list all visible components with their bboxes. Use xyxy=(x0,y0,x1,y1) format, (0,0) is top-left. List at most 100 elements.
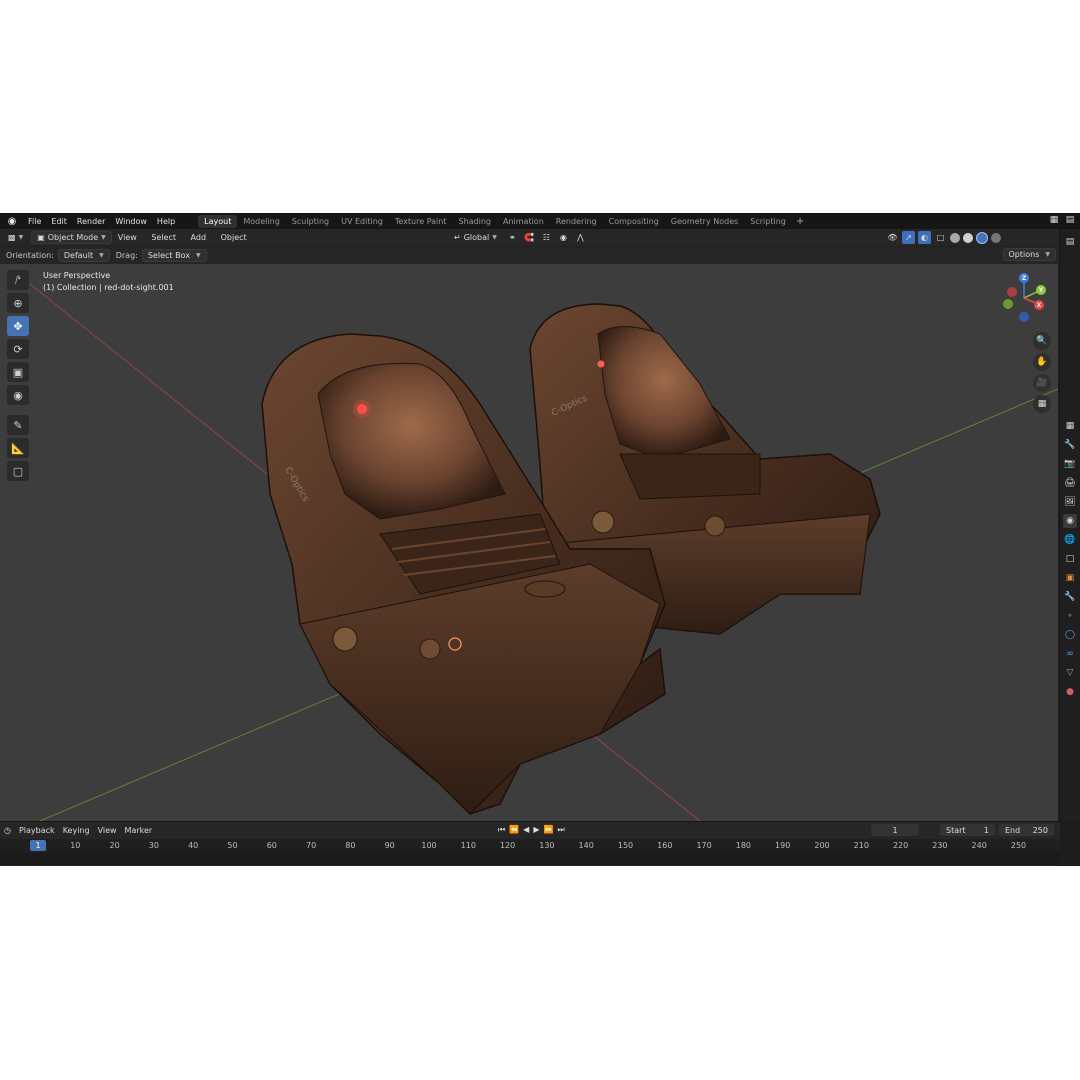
tab-scripting[interactable]: Scripting xyxy=(744,215,792,228)
editor-type-button[interactable]: ▩ ▼ xyxy=(3,232,28,243)
gizmo-neg-x-axis[interactable] xyxy=(1007,287,1017,297)
menu-window[interactable]: Window xyxy=(110,217,152,226)
menu-playback[interactable]: Playback xyxy=(15,826,59,835)
constraints-properties-icon[interactable]: ∞ xyxy=(1063,647,1077,661)
orientation-dropdown[interactable]: Default ▼ xyxy=(57,249,110,262)
menu-timeline-view[interactable]: View xyxy=(94,826,121,835)
gizmo-toggle-icon[interactable]: ↗ xyxy=(902,231,915,244)
cursor-tool-icon[interactable]: ⊕ xyxy=(7,293,29,313)
gizmo-neg-y-axis[interactable] xyxy=(1003,299,1013,309)
proportional-editing-icon[interactable]: ◉ xyxy=(557,231,570,244)
add-cube-tool-icon[interactable]: ▢ xyxy=(7,461,29,481)
play-icon[interactable]: ▶ xyxy=(533,825,539,835)
falloff-icon[interactable]: ⋀ xyxy=(574,231,587,244)
view-layer-properties-icon[interactable]: 🖼 xyxy=(1063,495,1077,509)
tool-properties-icon[interactable]: 🔧 xyxy=(1063,438,1077,452)
rendered-shading-icon[interactable] xyxy=(991,232,1001,243)
collection-properties-icon[interactable]: □ xyxy=(1063,552,1077,566)
options-dropdown[interactable]: Options ▼ xyxy=(1002,248,1056,261)
wireframe-shading-icon[interactable] xyxy=(950,232,960,243)
start-frame-field[interactable]: Start 1 xyxy=(940,824,995,836)
measure-tool-icon[interactable]: 📐 xyxy=(7,438,29,458)
menu-render[interactable]: Render xyxy=(72,217,110,226)
frame-ruler[interactable]: 1 10 20 30 40 50 60 70 80 90 100 110 120 130 140 150 16… xyxy=(0,839,1060,853)
3d-viewport[interactable]: C-Optics C-Optics User Perspective (1) C… xyxy=(0,264,1058,821)
menu-keying[interactable]: Keying xyxy=(59,826,94,835)
blender-logo-icon[interactable]: ◉ xyxy=(5,214,19,228)
solid-shading-icon[interactable] xyxy=(963,232,973,243)
end-frame-field[interactable]: End 250 xyxy=(999,824,1054,836)
tab-sculpting[interactable]: Sculpting xyxy=(286,215,335,228)
annotate-tool-icon[interactable]: ✎ xyxy=(7,415,29,435)
tab-layout[interactable]: Layout xyxy=(198,214,238,228)
perspective-toggle-icon[interactable]: ▦ xyxy=(1033,395,1051,413)
move-tool-icon[interactable]: ✥ xyxy=(7,316,29,336)
camera-view-icon[interactable]: 🎥 xyxy=(1033,374,1051,392)
tab-modeling[interactable]: Modeling xyxy=(237,215,285,228)
play-reverse-icon[interactable]: ◀ xyxy=(523,825,529,835)
jump-end-icon[interactable]: ⏭ xyxy=(557,825,564,835)
current-frame-field[interactable]: 1 xyxy=(871,824,919,836)
tab-animation[interactable]: Animation xyxy=(497,215,550,228)
timeline-editor-type-icon[interactable]: ◷ xyxy=(0,826,15,835)
overlays-toggle-icon[interactable]: ◐ xyxy=(918,231,931,244)
output-properties-icon[interactable]: 🖨 xyxy=(1063,476,1077,490)
current-frame-marker[interactable]: 1 xyxy=(30,840,46,851)
tab-shading[interactable]: Shading xyxy=(452,215,497,228)
pivot-point-icon[interactable]: ⚭ xyxy=(506,231,519,244)
mode-selector[interactable]: ▣ Object Mode ▼ xyxy=(31,231,112,244)
rotate-tool-icon[interactable]: ⟳ xyxy=(7,339,29,359)
menu-add[interactable]: Add xyxy=(185,233,213,242)
tab-rendering[interactable]: Rendering xyxy=(550,215,603,228)
tab-compositing[interactable]: Compositing xyxy=(603,215,665,228)
gizmo-x-axis[interactable]: X xyxy=(1034,300,1044,310)
menu-edit[interactable]: Edit xyxy=(46,217,72,226)
pan-hand-icon[interactable]: ✋ xyxy=(1033,353,1051,371)
outliner-toggle-icon[interactable]: ▤ xyxy=(1063,235,1077,249)
menu-object[interactable]: Object xyxy=(215,233,253,242)
snap-icon[interactable]: 🧲 xyxy=(523,231,536,244)
menu-file[interactable]: File xyxy=(23,217,46,226)
data-properties-icon[interactable]: ▽ xyxy=(1063,666,1077,680)
transform-orientation-dropdown[interactable]: ↵ Global ▼ xyxy=(449,232,502,243)
prev-keyframe-icon[interactable]: ⏪ xyxy=(509,825,519,835)
material-preview-icon[interactable] xyxy=(976,231,988,244)
tab-uv-editing[interactable]: UV Editing xyxy=(335,215,389,228)
modifier-properties-icon[interactable]: 🔧 xyxy=(1063,590,1077,604)
select-box-tool-icon[interactable]: ⭚ xyxy=(7,270,29,290)
view-layer-icon[interactable]: ▤ xyxy=(1064,214,1076,226)
properties-editor-icon[interactable]: ▦ xyxy=(1063,419,1077,433)
visibility-icon[interactable]: 👁 xyxy=(886,231,899,244)
menu-help[interactable]: Help xyxy=(152,217,180,226)
drag-dropdown[interactable]: Select Box ▼ xyxy=(141,249,207,262)
menu-view[interactable]: View xyxy=(112,233,143,242)
menu-select[interactable]: Select xyxy=(145,233,182,242)
tab-geometry-nodes[interactable]: Geometry Nodes xyxy=(665,215,744,228)
material-properties-icon[interactable]: ● xyxy=(1063,685,1077,699)
object-properties-icon[interactable]: ▣ xyxy=(1063,571,1077,585)
navigation-gizmo[interactable]: Z Y X xyxy=(998,270,1050,326)
gizmo-neg-z-axis[interactable] xyxy=(1019,312,1029,322)
transform-tool-icon[interactable]: ◉ xyxy=(7,385,29,405)
scale-tool-icon[interactable]: ▣ xyxy=(7,362,29,382)
add-workspace-button[interactable]: + xyxy=(792,216,808,227)
scene-properties-icon[interactable]: ◉ xyxy=(1063,514,1077,528)
render-properties-icon[interactable]: 📷 xyxy=(1063,457,1077,471)
world-properties-icon[interactable]: 🌐 xyxy=(1063,533,1077,547)
jump-start-icon[interactable]: ⏮ xyxy=(498,825,505,835)
frame-tick: 250 xyxy=(1010,841,1027,850)
zoom-icon[interactable]: 🔍 xyxy=(1033,332,1051,350)
xray-icon[interactable]: □ xyxy=(934,231,947,244)
top-menu-bar: ◉ File Edit Render Window Help Layout Mo… xyxy=(0,213,1080,229)
scene-icon[interactable]: ▦ xyxy=(1048,214,1060,226)
frame-tick: 20 xyxy=(109,841,120,850)
gizmo-y-axis[interactable]: Y xyxy=(1036,285,1046,295)
gizmo-z-axis[interactable]: Z xyxy=(1019,273,1029,283)
snap-target-icon[interactable]: ☷ xyxy=(540,231,553,244)
particles-properties-icon[interactable]: ∘ xyxy=(1063,609,1077,623)
timeline-track-area[interactable] xyxy=(0,853,1060,865)
physics-properties-icon[interactable]: ◯ xyxy=(1063,628,1077,642)
tab-texture-paint[interactable]: Texture Paint xyxy=(389,215,453,228)
menu-marker[interactable]: Marker xyxy=(121,826,157,835)
next-keyframe-icon[interactable]: ⏩ xyxy=(543,825,553,835)
